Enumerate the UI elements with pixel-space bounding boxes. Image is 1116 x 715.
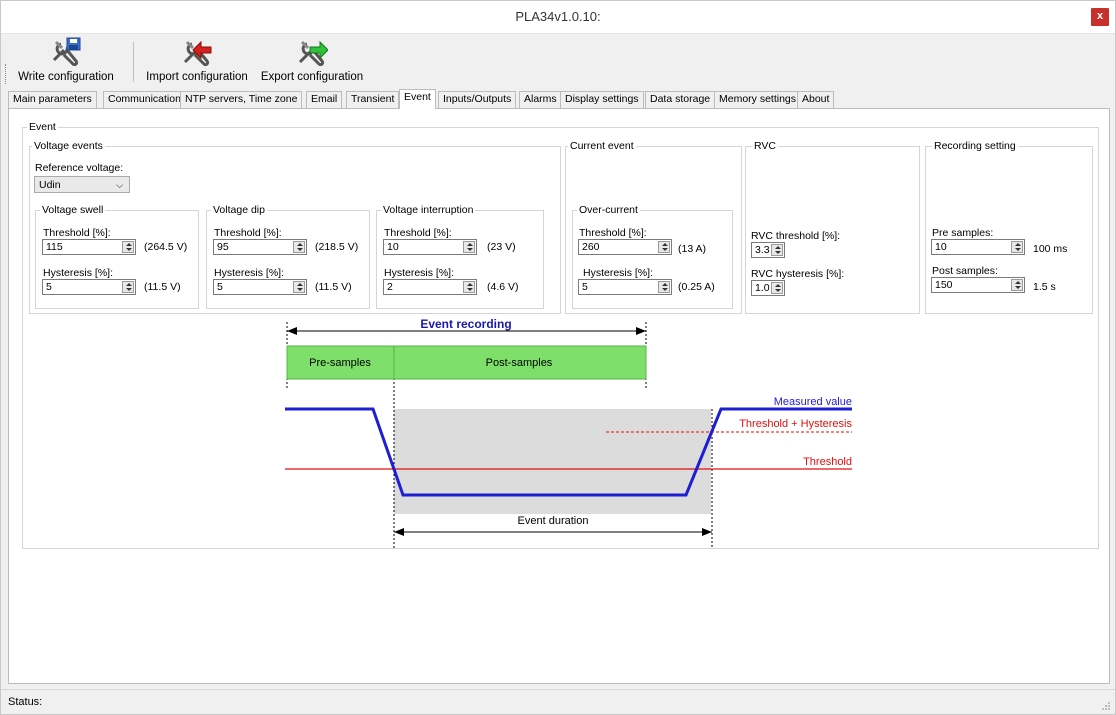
tab-transient[interactable]: Transient — [346, 91, 400, 108]
tab-main-parameters[interactable]: Main parameters — [8, 91, 97, 108]
toolbar: Write configuration Import configuration… — [5, 34, 1115, 88]
import-configuration-icon — [183, 40, 212, 66]
status-bar: Status: — [1, 689, 1115, 714]
pre-samples-text: Pre-samples — [309, 357, 371, 369]
tab-about[interactable]: About — [797, 91, 835, 108]
threshold-text: Threshold — [803, 456, 852, 468]
tab-communication[interactable]: Communication — [103, 91, 186, 108]
write-configuration-icon — [52, 37, 81, 66]
event-diagram: Event recording Pre-samples Post-samples… — [285, 317, 852, 549]
threshold-hysteresis-text: Threshold + Hysteresis — [739, 418, 852, 430]
import-configuration-button[interactable]: Import configuration — [141, 36, 253, 86]
event-duration-text: Event duration — [518, 515, 589, 527]
event-shade-area — [394, 409, 711, 514]
tab-event[interactable]: Event — [399, 89, 436, 109]
export-configuration-icon — [298, 40, 328, 66]
tab-data-storage[interactable]: Data storage — [645, 91, 716, 108]
title-bar: PLA34v1.0.10: x — [1, 1, 1115, 34]
event-recording-label: Event recording — [420, 317, 511, 331]
tab-ntp-servers[interactable]: NTP servers, Time zone — [180, 91, 303, 108]
measured-value-text: Measured value — [774, 396, 852, 408]
export-configuration-button[interactable]: Export configuration — [257, 36, 367, 86]
resize-grip-icon[interactable] — [1101, 701, 1111, 711]
event-tab-panel: Event Voltage events Reference voltage: … — [8, 108, 1110, 684]
toolbar-separator — [133, 42, 134, 82]
export-configuration-label: Export configuration — [260, 71, 364, 83]
tab-display-settings[interactable]: Display settings — [560, 91, 644, 108]
tab-alarms[interactable]: Alarms — [519, 91, 562, 108]
tab-inputs-outputs[interactable]: Inputs/Outputs — [438, 91, 517, 108]
event-group: Event Voltage events Reference voltage: … — [22, 121, 1099, 549]
status-label: Status: — [8, 696, 43, 708]
close-button[interactable]: x — [1091, 8, 1109, 26]
import-configuration-label: Import configuration — [146, 71, 248, 83]
write-configuration-label: Write configuration — [18, 71, 114, 83]
window-title: PLA34v1.0.10: — [515, 9, 601, 24]
tab-email[interactable]: Email — [306, 91, 343, 108]
app-window: PLA34v1.0.10: x Write configuration Impo… — [0, 0, 1116, 715]
post-samples-text: Post-samples — [486, 357, 553, 369]
tab-strip: Main parameters Communication NTP server… — [8, 89, 1108, 109]
write-configuration-button[interactable]: Write configuration — [7, 36, 125, 86]
tab-memory-settings[interactable]: Memory settings — [714, 91, 802, 108]
